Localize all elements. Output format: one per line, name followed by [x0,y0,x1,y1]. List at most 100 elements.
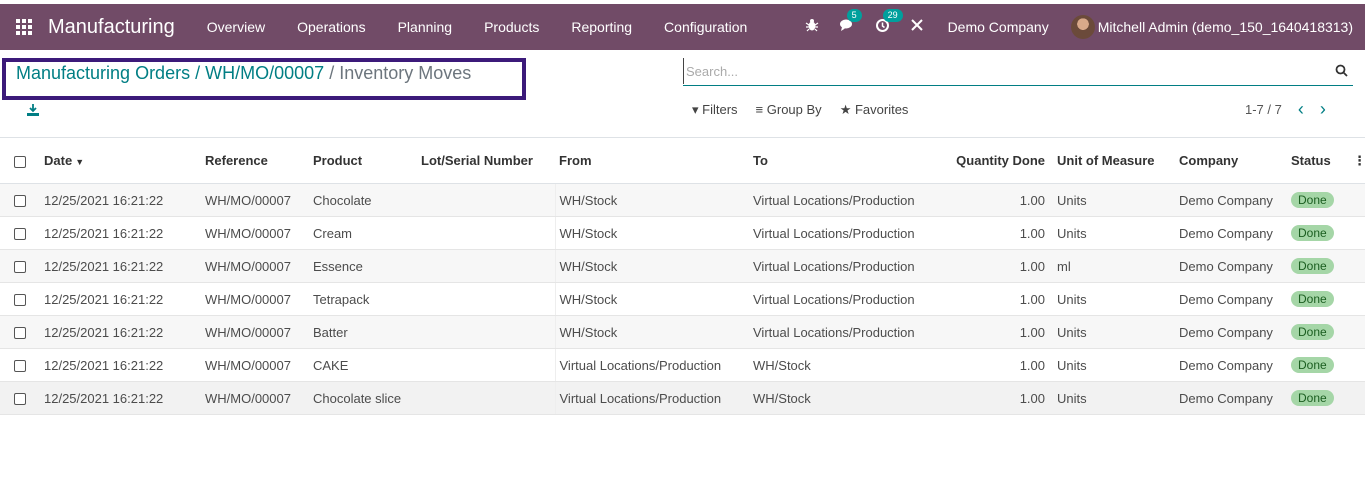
row-checkbox[interactable] [14,261,26,274]
cell-status: Done [1287,282,1349,316]
menu-item-configuration[interactable]: Configuration [648,4,763,50]
cell-reference: WH/MO/00007 [201,183,309,217]
cell-status: Done [1287,348,1349,382]
table-row[interactable]: 12/25/2021 16:21:22 WH/MO/00007 Batter WH/S… [0,315,1365,349]
row-checkbox-cell [0,381,40,415]
table-row[interactable]: 12/25/2021 16:21:22 WH/MO/00007 Chocolate … [0,381,1365,415]
table-header-row: Date ▼ Reference Product Lot/Serial Numbe… [0,137,1365,184]
cell-reference: WH/MO/00007 [201,348,309,382]
cell-lot-serial [417,348,556,382]
row-checkbox-cell [0,216,40,250]
cell-product: Batter [309,315,417,349]
cell-unit-of-measure: Units [1053,315,1175,349]
cell-reference: WH/MO/00007 [201,249,309,283]
cell-quantity-done: 1.00 [943,216,1053,250]
filters-button[interactable]: ▾ Filters [692,102,738,118]
cell-status: Done [1287,183,1349,217]
optional-columns-kebab-icon[interactable]: ⋮ [1349,137,1365,184]
chevron-left-icon[interactable]: ‹ [1298,100,1304,118]
column-header-from[interactable]: From [555,137,749,184]
column-header-unit-of-measure[interactable]: Unit of Measure [1053,137,1175,184]
cell-company: Demo Company [1175,348,1287,382]
menu-item-products[interactable]: Products [468,4,555,50]
status-badge: Done [1291,291,1334,307]
column-header-to[interactable]: To [749,137,943,184]
row-checkbox[interactable] [14,195,26,208]
breadcrumb-item-manufacturing-orders[interactable]: Manufacturing Orders [16,63,190,83]
cell-to: Virtual Locations/Production [749,249,943,283]
cell-date: 12/25/2021 16:21:22 [40,216,201,250]
cell-reference: WH/MO/00007 [201,315,309,349]
status-badge: Done [1291,324,1334,340]
column-header-company[interactable]: Company [1175,137,1287,184]
group-by-button[interactable]: ≡ Group By [756,102,822,118]
row-spacer-cell [1349,183,1365,217]
column-header-product[interactable]: Product [309,137,417,184]
activity-clock-icon[interactable]: 29 [875,8,903,37]
search-input[interactable] [683,58,1323,84]
company-switcher[interactable]: Demo Company [948,19,1049,35]
menu-item-operations[interactable]: Operations [281,4,381,50]
cell-to: WH/Stock [749,381,943,415]
menu-item-planning[interactable]: Planning [382,4,469,50]
status-badge: Done [1291,357,1334,373]
row-checkbox[interactable] [14,228,26,241]
cell-product: Tetrapack [309,282,417,316]
table-row[interactable]: 12/25/2021 16:21:22 WH/MO/00007 Cream WH/St… [0,216,1365,250]
cell-quantity-done: 1.00 [943,282,1053,316]
breadcrumb-item-mo-reference[interactable]: WH/MO/00007 [205,63,324,83]
cell-unit-of-measure: Units [1053,348,1175,382]
cell-from: WH/Stock [555,216,749,250]
menu-item-reporting[interactable]: Reporting [555,4,648,50]
cell-from: WH/Stock [555,282,749,316]
menu-item-overview[interactable]: Overview [191,4,281,50]
row-checkbox[interactable] [14,393,26,406]
cell-date: 12/25/2021 16:21:22 [40,249,201,283]
app-brand[interactable]: Manufacturing [48,16,175,39]
top-navbar: Manufacturing Overview Operations Planni… [0,4,1365,50]
cell-to: Virtual Locations/Production [749,183,943,217]
cell-unit-of-measure: ml [1053,249,1175,283]
chevron-right-icon[interactable]: › [1320,100,1326,118]
cell-quantity-done: 1.00 [943,381,1053,415]
table-row[interactable]: 12/25/2021 16:21:22 WH/MO/00007 Chocolate W… [0,183,1365,217]
chat-icon[interactable]: 5 [839,9,862,36]
bug-icon[interactable] [805,18,819,36]
cell-product: Cream [309,216,417,250]
row-spacer-cell [1349,249,1365,283]
row-checkbox[interactable] [14,360,26,373]
column-header-reference[interactable]: Reference [201,137,309,184]
cell-status: Done [1287,216,1349,250]
status-badge: Done [1291,390,1334,406]
search-icon[interactable] [1335,64,1349,78]
cell-company: Demo Company [1175,381,1287,415]
cell-company: Demo Company [1175,282,1287,316]
breadcrumb-separator: / [195,63,201,83]
apps-menu-icon[interactable] [16,19,34,35]
column-header-quantity-done[interactable]: Quantity Done [943,137,1053,184]
user-menu[interactable]: Mitchell Admin (demo_150_1640418313) [1070,15,1353,39]
select-all-checkbox[interactable] [14,155,26,168]
status-badge: Done [1291,258,1334,274]
cell-reference: WH/MO/00007 [201,381,309,415]
row-checkbox[interactable] [14,294,26,307]
row-checkbox-cell [0,348,40,382]
table-row[interactable]: 12/25/2021 16:21:22 WH/MO/00007 CAKE Virtua… [0,348,1365,382]
column-header-status[interactable]: Status [1287,137,1349,184]
row-spacer-cell [1349,216,1365,250]
column-header-lot-serial[interactable]: Lot/Serial Number [417,137,555,184]
favorites-button[interactable]: ★ Favorites [840,102,909,118]
row-checkbox[interactable] [14,327,26,340]
download-icon[interactable] [26,103,40,117]
pager-range[interactable]: 1-7 / 7 [1245,102,1282,117]
cell-date: 12/25/2021 16:21:22 [40,183,201,217]
group-by-icon: ≡ [755,102,764,117]
tools-icon[interactable] [910,18,924,36]
row-checkbox-cell [0,282,40,316]
cell-quantity-done: 1.00 [943,249,1053,283]
avatar [1070,15,1095,39]
breadcrumb-current: Inventory Moves [339,63,472,83]
table-row[interactable]: 12/25/2021 16:21:22 WH/MO/00007 Essence WH/… [0,249,1365,283]
table-row[interactable]: 12/25/2021 16:21:22 WH/MO/00007 Tetrapack W… [0,282,1365,316]
column-header-date[interactable]: Date ▼ [40,137,201,184]
